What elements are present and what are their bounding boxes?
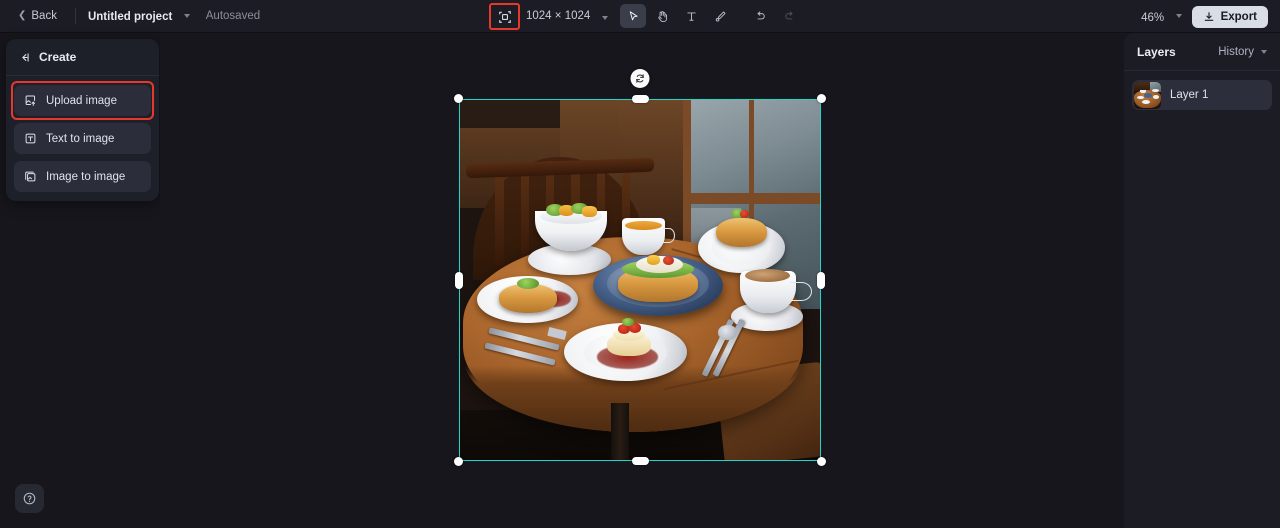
- help-button[interactable]: [15, 484, 44, 513]
- image-to-image-button[interactable]: Image to image: [14, 161, 151, 192]
- layer-name: Layer 1: [1170, 89, 1209, 101]
- topbar-right-group: 46% Export: [1141, 0, 1268, 33]
- upload-image-button[interactable]: Upload image: [11, 81, 154, 120]
- brush-tool[interactable]: [707, 4, 733, 28]
- right-panel: Layers History Layer 1: [1124, 33, 1280, 528]
- resize-handle-bottom[interactable]: [631, 457, 649, 465]
- history-dropdown[interactable]: History: [1218, 46, 1267, 58]
- download-icon: [1204, 11, 1213, 21]
- tool-group: [620, 4, 802, 28]
- canvas-size-label[interactable]: 1024 × 1024: [526, 10, 590, 22]
- project-name-dropdown[interactable]: Untitled project: [88, 7, 190, 25]
- create-item-label: Upload image: [46, 94, 117, 107]
- resize-handle-bottom-left[interactable]: [454, 457, 463, 466]
- upload-image-icon: [25, 95, 36, 106]
- image-to-image-icon: [25, 171, 36, 182]
- top-bar: ❮ Back Untitled project Autosaved 1024 ×…: [0, 0, 1280, 33]
- layer-row[interactable]: Layer 1: [1132, 80, 1272, 110]
- export-label: Export: [1220, 10, 1257, 23]
- chevron-down-icon: [183, 13, 190, 18]
- rotate-icon: [636, 74, 644, 83]
- text-to-image-button[interactable]: Text to image: [14, 123, 151, 154]
- canvas-size-annotation-box: [489, 3, 520, 30]
- create-panel: Create Upload image Text to image Image …: [6, 39, 159, 201]
- help-circle-icon: [23, 492, 36, 505]
- layer-thumbnail: [1134, 81, 1161, 109]
- autosaved-status: Autosaved: [205, 10, 261, 22]
- topbar-left-group: ❮ Back Untitled project Autosaved: [0, 7, 260, 25]
- right-panel-header: Layers History: [1124, 33, 1280, 71]
- chevron-left-icon: ❮: [18, 10, 27, 21]
- pan-tool[interactable]: [649, 4, 675, 28]
- redo-button[interactable]: [776, 4, 802, 28]
- create-options-list: Upload image Text to image Image to imag…: [6, 76, 159, 192]
- zoom-control[interactable]: 46%: [1141, 8, 1182, 26]
- resize-handle-top-right[interactable]: [817, 94, 826, 103]
- select-tool[interactable]: [620, 4, 646, 28]
- layers-title: Layers: [1137, 44, 1176, 59]
- selection-border: [459, 99, 821, 461]
- divider: [74, 8, 76, 24]
- undo-button[interactable]: [747, 4, 773, 28]
- resize-handle-left[interactable]: [455, 271, 463, 289]
- resize-handle-top-left[interactable]: [454, 94, 463, 103]
- history-label: History: [1218, 45, 1254, 58]
- project-name: Untitled project: [87, 11, 173, 23]
- layer-thumbnail-image: [1134, 81, 1161, 109]
- create-item-label: Text to image: [46, 132, 115, 145]
- back-button[interactable]: ❮ Back: [12, 7, 63, 25]
- resize-handle-bottom-right[interactable]: [817, 457, 826, 466]
- create-item-label: Image to image: [46, 170, 126, 183]
- text-to-image-icon: [25, 133, 36, 144]
- chevron-down-icon: [1175, 14, 1182, 19]
- resize-handle-right[interactable]: [817, 271, 825, 289]
- app-root: ❮ Back Untitled project Autosaved 1024 ×…: [0, 0, 1280, 528]
- canvas-stage[interactable]: [160, 33, 1124, 528]
- chevron-down-icon: [1261, 49, 1267, 54]
- create-panel-title: Create: [39, 50, 77, 64]
- zoom-level: 46%: [1141, 11, 1165, 24]
- canvas-resize-icon[interactable]: [492, 5, 518, 29]
- create-panel-header: Create: [6, 39, 159, 76]
- collapse-panel-icon: [22, 52, 29, 62]
- text-tool[interactable]: [678, 4, 704, 28]
- canvas-size-chevron-icon[interactable]: [602, 16, 608, 20]
- export-button[interactable]: Export: [1191, 5, 1268, 28]
- selected-image-object[interactable]: [454, 69, 826, 466]
- back-label: Back: [31, 10, 57, 22]
- resize-handle-top[interactable]: [631, 95, 649, 103]
- rotate-handle[interactable]: [630, 69, 650, 88]
